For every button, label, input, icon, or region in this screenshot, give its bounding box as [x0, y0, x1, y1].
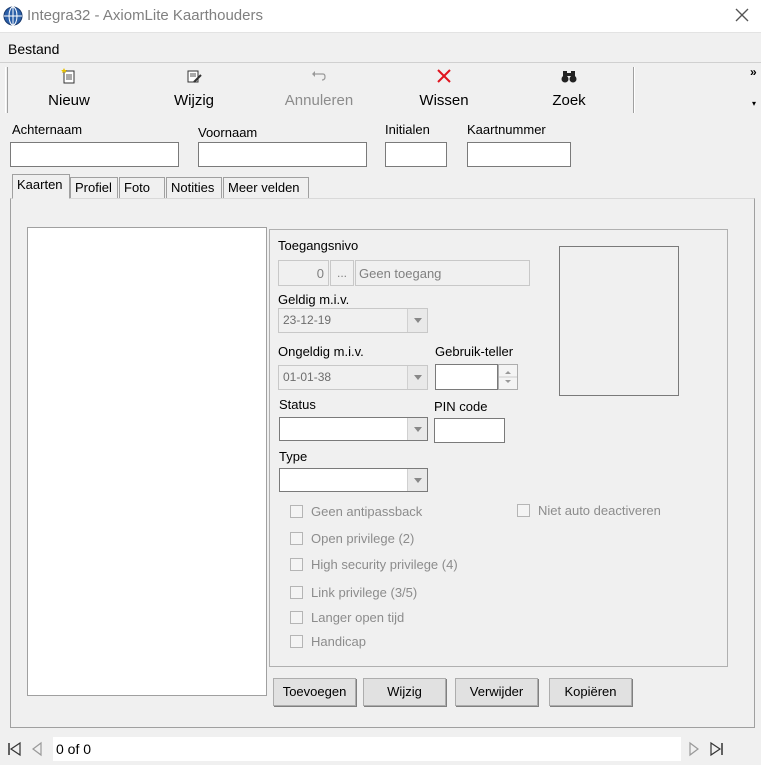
checkbox-box — [290, 532, 303, 545]
checkbox-label: Open privilege (2) — [311, 531, 415, 546]
undo-icon — [312, 71, 326, 81]
initialen-input[interactable] — [385, 142, 447, 167]
toevoegen-button[interactable]: Toevoegen — [273, 678, 356, 706]
checkbox-label: Geen antipassback — [311, 504, 423, 519]
chevron-down-icon — [407, 418, 427, 440]
achternaam-label: Achternaam — [12, 122, 83, 137]
wijzig-toolbar-button[interactable]: Wijzig — [153, 63, 235, 117]
nieuw-button[interactable]: Nieuw — [28, 63, 110, 117]
gebruik-teller-input[interactable] — [435, 364, 498, 390]
binoculars-icon — [561, 71, 577, 83]
gebruik-teller-label: Gebruik-teller — [435, 344, 514, 359]
voornaam-label: Voornaam — [198, 125, 258, 140]
tab-notities[interactable]: Notities — [166, 177, 222, 199]
geldig-date-picker[interactable]: 23-12-19 — [278, 308, 428, 333]
checkbox-box — [517, 504, 530, 517]
title-bar: Integra32 - AxiomLite Kaarthouders — [0, 0, 761, 32]
tab-meer-velden[interactable]: Meer velden — [223, 177, 309, 199]
first-record-icon[interactable] — [6, 741, 22, 757]
achternaam-input[interactable] — [10, 142, 179, 167]
toolbar-overflow-chevron-icon[interactable]: » — [750, 65, 757, 79]
ongeldig-value: 01-01-38 — [283, 370, 332, 384]
verwijder-button[interactable]: Verwijder — [455, 678, 538, 706]
toolbar-separator — [633, 67, 635, 113]
toegangsnivo-number[interactable]: 0 — [278, 260, 329, 286]
record-position-text: 0 of 0 — [56, 741, 92, 757]
wijzig-card-button[interactable]: Wijzig — [363, 678, 446, 706]
chevron-down-icon — [407, 309, 427, 332]
window-title: Integra32 - AxiomLite Kaarthouders — [27, 7, 263, 24]
pin-code-label: PIN code — [434, 399, 488, 414]
last-record-icon[interactable] — [709, 741, 725, 757]
checkbox-box — [290, 635, 303, 648]
toolbar-grip[interactable] — [5, 67, 8, 113]
edit-icon — [187, 70, 202, 83]
status-label: Status — [279, 397, 316, 412]
menu-bestand[interactable]: Bestand — [8, 41, 59, 57]
geldig-value: 23-12-19 — [283, 313, 332, 327]
tab-profiel[interactable]: Profiel — [70, 177, 118, 199]
toegangsnivo-browse-button[interactable]: ... — [330, 260, 354, 286]
checkbox-box — [290, 505, 303, 518]
toolbar: Nieuw Wijzig Annuleren Wissen Zoek » ▾ — [0, 62, 761, 116]
chevron-down-icon — [407, 366, 427, 389]
annuleren-label: Annuleren — [284, 92, 354, 109]
card-list[interactable] — [27, 227, 267, 696]
wissen-button[interactable]: Wissen — [403, 63, 485, 117]
toegangsnivo-text: Geen toegang — [355, 260, 530, 286]
close-icon[interactable] — [733, 6, 751, 24]
type-dropdown[interactable] — [279, 468, 428, 492]
checkbox-box — [290, 611, 303, 624]
globe-app-icon — [3, 6, 23, 26]
voornaam-input[interactable] — [198, 142, 367, 167]
tab-foto[interactable]: Foto — [119, 177, 165, 199]
card-photo — [559, 246, 679, 396]
menu-bar: Bestand — [0, 32, 761, 62]
checkbox-label: Niet auto deactiveren — [538, 503, 661, 518]
toegangsnivo-label: Toegangsnivo — [278, 238, 359, 253]
previous-record-icon[interactable] — [30, 741, 44, 757]
delete-x-icon — [437, 69, 451, 83]
gebruik-teller-spinner[interactable] — [498, 364, 518, 390]
nieuw-label: Nieuw — [48, 92, 90, 109]
wissen-label: Wissen — [419, 92, 469, 109]
annuleren-button[interactable]: Annuleren — [278, 63, 360, 117]
wijzig-toolbar-label: Wijzig — [174, 92, 214, 109]
record-position-field[interactable] — [53, 737, 681, 761]
ongeldig-date-picker[interactable]: 01-01-38 — [278, 365, 428, 390]
geldig-label: Geldig m.i.v. — [278, 292, 350, 307]
ongeldig-label: Ongeldig m.i.v. — [278, 344, 364, 359]
checkbox-label: Link privilege (3/5) — [311, 585, 418, 600]
kopieren-button[interactable]: Kopiëren — [549, 678, 632, 706]
status-dropdown[interactable] — [279, 417, 428, 441]
checkbox-label: Langer open tijd — [311, 610, 405, 625]
kaartnummer-label: Kaartnummer — [467, 122, 546, 137]
next-record-icon[interactable] — [687, 741, 701, 757]
kaartnummer-input[interactable] — [467, 142, 571, 167]
checkbox-box — [290, 558, 303, 571]
pin-code-input[interactable] — [434, 418, 505, 443]
initialen-label: Initialen — [385, 122, 430, 137]
chevron-down-icon — [407, 469, 427, 491]
checkbox-label: High security privilege (4) — [311, 557, 458, 572]
toolbar-dropdown-icon[interactable]: ▾ — [752, 99, 756, 108]
tab-kaarten[interactable]: Kaarten — [12, 174, 70, 199]
checkbox-label: Handicap — [311, 634, 366, 649]
spinner-arrows-icon — [499, 371, 517, 383]
zoek-button[interactable]: Zoek — [528, 63, 610, 117]
type-label: Type — [279, 449, 308, 464]
new-document-icon — [61, 68, 75, 84]
zoek-label: Zoek — [552, 92, 586, 109]
checkbox-box — [290, 586, 303, 599]
